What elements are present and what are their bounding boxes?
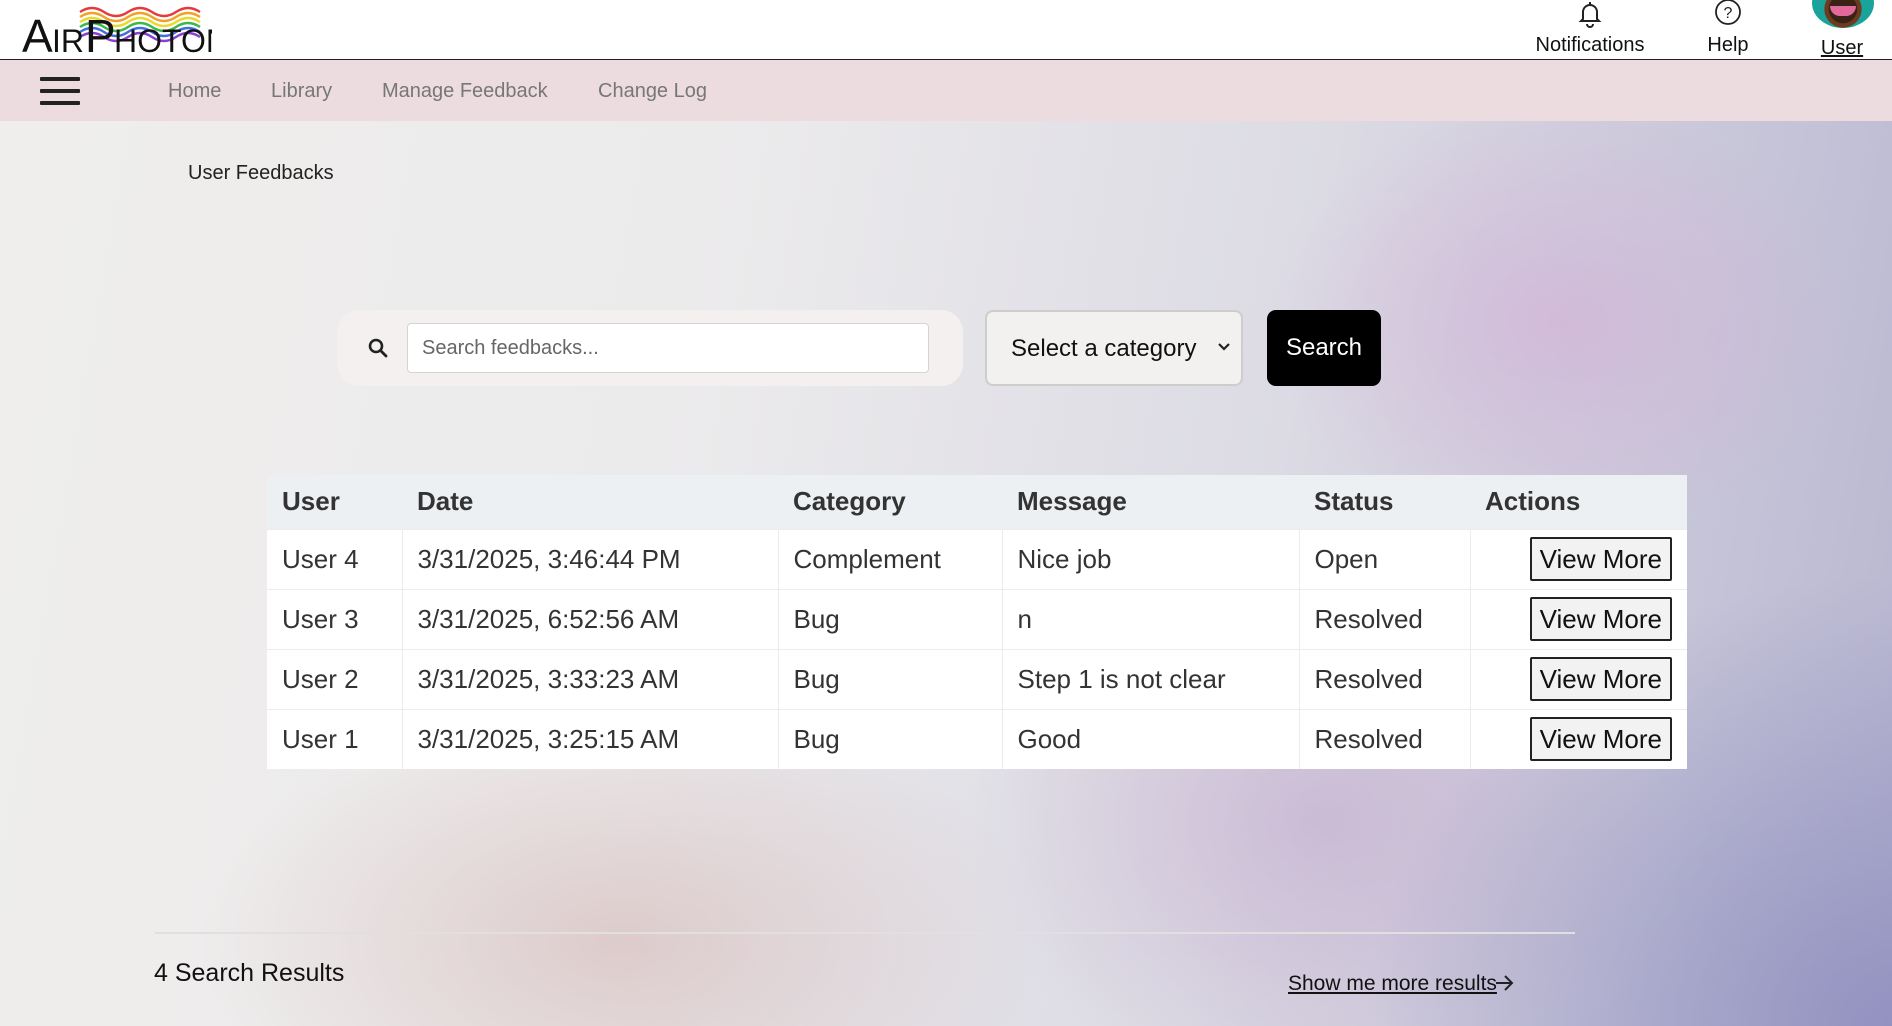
svg-text:IR: IR <box>52 23 84 56</box>
main-content: User Feedbacks Select a category Search … <box>0 121 1892 1026</box>
cell-actions: View More <box>1470 588 1687 649</box>
cell-actions: View More <box>1470 648 1687 709</box>
svg-text:A: A <box>22 10 53 56</box>
column-header-date: Date <box>402 475 778 529</box>
view-more-button[interactable]: View More <box>1529 657 1672 701</box>
cell-date: 3/31/2025, 3:25:15 AM <box>402 708 779 769</box>
column-header-message: Message <box>1002 475 1299 529</box>
cell-actions: View More <box>1470 708 1687 769</box>
table-row: User 2 3/31/2025, 3:33:23 AM Bug Step 1 … <box>267 648 1687 709</box>
view-more-button[interactable]: View More <box>1529 597 1672 641</box>
view-more-button[interactable]: View More <box>1529 717 1672 762</box>
nav-link-manage-feedback[interactable]: Manage Feedback <box>382 80 548 103</box>
airphoton-logo[interactable]: A IR P HOTON <box>22 0 229 62</box>
notifications-label: Notifications <box>1535 34 1645 56</box>
cell-message: Nice job <box>1002 528 1300 589</box>
cell-status: Resolved <box>1299 588 1471 649</box>
feedback-table: User Date Category Message Status Action… <box>267 475 1687 769</box>
page-title: User Feedbacks <box>188 162 334 184</box>
table-row: User 3 3/31/2025, 6:52:56 AM Bug n Resol… <box>267 588 1687 649</box>
cell-date: 3/31/2025, 3:33:23 AM <box>402 648 779 709</box>
cell-status: Resolved <box>1299 708 1471 769</box>
column-header-category: Category <box>778 475 1002 529</box>
cell-category: Complement <box>778 528 1003 589</box>
svg-text:P: P <box>85 10 116 56</box>
help-circle-icon: ? <box>1715 0 1741 25</box>
search-button[interactable]: Search <box>1267 310 1381 386</box>
search-icon <box>368 338 388 358</box>
help-label: Help <box>1707 34 1749 56</box>
view-more-button[interactable]: View More <box>1529 537 1672 581</box>
notifications-button[interactable]: Notifications <box>1530 0 1650 60</box>
cell-status: Resolved <box>1299 648 1471 709</box>
svg-text:?: ? <box>1724 5 1733 22</box>
cell-user: User 4 <box>267 528 403 589</box>
hamburger-icon[interactable] <box>40 77 80 105</box>
category-select[interactable]: Select a category <box>985 310 1243 386</box>
bell-icon <box>1578 2 1602 28</box>
cell-date: 3/31/2025, 6:52:56 AM <box>402 588 779 649</box>
cell-message: Step 1 is not clear <box>1002 648 1300 709</box>
chevron-down-icon <box>1218 343 1230 351</box>
show-more-results-link[interactable]: Show me more results <box>1288 972 1497 996</box>
main-nav: Home Library Manage Feedback Change Log <box>0 60 1892 121</box>
cell-date: 3/31/2025, 3:46:44 PM <box>402 528 779 589</box>
table-row: User 1 3/31/2025, 3:25:15 AM Bug Good Re… <box>267 708 1687 769</box>
nav-link-home[interactable]: Home <box>168 80 221 103</box>
result-count: 4 Search Results <box>154 959 345 987</box>
arrow-right-icon[interactable] <box>1494 973 1516 993</box>
cell-category: Bug <box>778 588 1003 649</box>
cell-actions: View More <box>1470 528 1687 589</box>
table-row: User 4 3/31/2025, 3:46:44 PM Complement … <box>267 528 1687 589</box>
cell-user: User 1 <box>267 708 403 769</box>
cell-message: Good <box>1002 708 1300 769</box>
cell-user: User 2 <box>267 648 403 709</box>
search-input[interactable] <box>407 323 929 373</box>
search-bar <box>337 310 963 386</box>
results-divider <box>155 932 1575 934</box>
cell-category: Bug <box>778 648 1003 709</box>
cell-user: User 3 <box>267 588 403 649</box>
cell-status: Open <box>1299 528 1471 589</box>
category-selected-value: Select a category <box>1011 335 1197 362</box>
column-header-user: User <box>267 475 402 529</box>
top-header: A IR P HOTON Notifications ? Help User <box>0 0 1892 62</box>
nav-link-library[interactable]: Library <box>271 80 332 103</box>
nav-link-change-log[interactable]: Change Log <box>598 80 707 103</box>
svg-text:HOTON: HOTON <box>114 23 212 56</box>
user-menu-button[interactable]: User <box>1800 0 1884 60</box>
column-header-status: Status <box>1299 475 1470 529</box>
column-header-actions: Actions <box>1470 475 1687 529</box>
table-header-row: User Date Category Message Status Action… <box>267 475 1687 529</box>
user-label: User <box>1820 37 1864 59</box>
cell-message: n <box>1002 588 1300 649</box>
help-button[interactable]: ? Help <box>1680 0 1776 60</box>
cell-category: Bug <box>778 708 1003 769</box>
avatar <box>1812 0 1874 28</box>
